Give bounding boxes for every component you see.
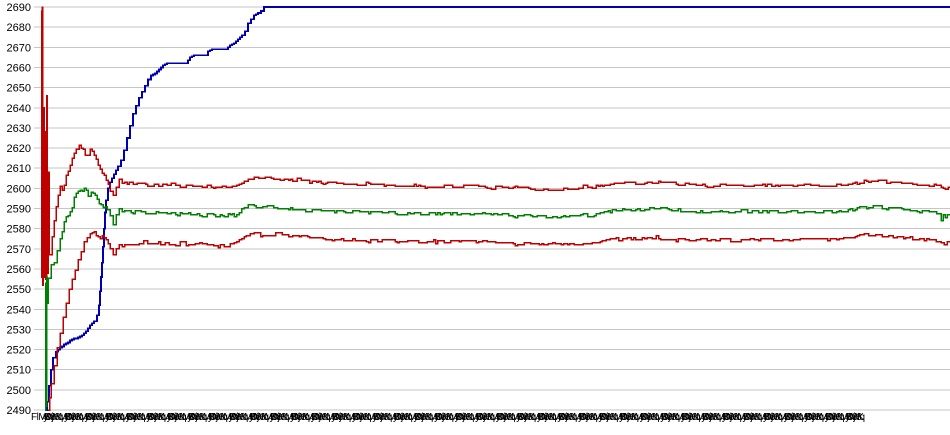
y-axis-tick-label: 2620 <box>7 143 31 155</box>
y-axis-tick-label: 2650 <box>7 83 31 95</box>
y-axis-tick-label: 2580 <box>7 224 31 236</box>
series-line-mid-green <box>44 187 950 411</box>
series-line-lower-band-red <box>48 230 950 411</box>
price-chart-svg: 2690 2680 2670 2660 2650 2640 2630 2620 2610 2600… <box>7 2 950 417</box>
y-axis-tick-label: 2610 <box>7 163 31 175</box>
y-axis-tick-label: 2500 <box>7 385 31 397</box>
y-axis-tick-label: 2670 <box>7 42 31 54</box>
y-axis-tick-label: 2630 <box>7 123 31 135</box>
y-axis-tick-label: 2530 <box>7 324 31 336</box>
chart-canvas: 2690 2680 2670 2660 2650 2640 2630 2620 2610 2600… <box>0 0 950 435</box>
gridlines <box>34 6 950 411</box>
y-axis-tick-label: 2600 <box>7 183 31 195</box>
y-axis-tick-label: 2490 <box>7 405 31 417</box>
y-axis-tick-label: 2510 <box>7 365 31 377</box>
x-axis-smear-text: M4yB9N8jW6KqM4yB9N8jW6KqM4yB9N8jW6KqM4yB… <box>38 412 865 423</box>
y-axis-tick-label: 2550 <box>7 284 31 296</box>
y-axis-tick-label: 2690 <box>7 2 31 14</box>
y-axis-tick-label: 2570 <box>7 244 31 256</box>
y-axis-tick-label: 2520 <box>7 345 31 357</box>
y-axis-tick-label: 2680 <box>7 22 31 34</box>
y-axis-tick-label: 2560 <box>7 264 31 276</box>
y-axis-tick-label: 2640 <box>7 103 31 115</box>
y-axis-tick-label: 2590 <box>7 204 31 216</box>
y-axis-tick-label: 2660 <box>7 62 31 74</box>
y-axis-labels: 2690 2680 2670 2660 2650 2640 2630 2620 2610 2600… <box>7 2 31 417</box>
x-axis-label-smear: FlM4yB9N8jW6KqM4yB9N8jW6KqM4yB9N8jW6KqM4… <box>31 411 950 425</box>
y-axis-tick-label: 2540 <box>7 304 31 316</box>
